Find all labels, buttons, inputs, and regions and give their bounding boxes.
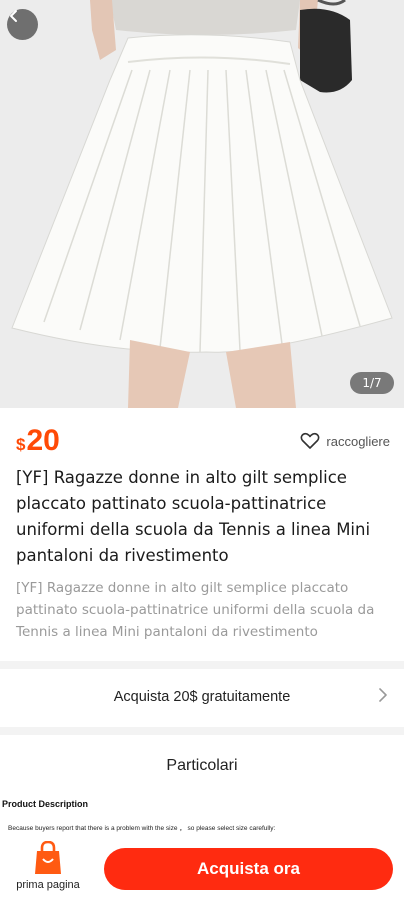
product-image-gallery[interactable]: 1/7 [0,0,404,408]
coupon-label: Acquista 20$ gratuitamente [113,688,291,705]
price-amount: 20 [26,424,60,457]
buy-now-button[interactable]: Acquista ora [104,848,393,890]
image-counter: 1/7 [350,372,394,394]
divider [0,661,404,669]
product-subtitle: [YF] Ragazze donne in alto gilt semplice… [16,580,375,640]
bottom-bar: prima pagina Acquista ora [0,838,404,900]
divider [0,727,404,735]
favorite-button[interactable]: raccogliere [300,432,390,450]
heart-icon [300,432,320,449]
product-title: [YF] Ragazze donne in alto gilt semplice… [16,468,371,565]
price-currency: $ [16,435,26,454]
back-button[interactable] [7,9,38,40]
home-button[interactable]: prima pagina [10,841,86,899]
home-label: prima pagina [16,879,80,891]
details-heading: Particolari [166,757,238,774]
price-row: $ 20 raccogliere [0,408,404,462]
shopping-bag-icon [35,841,61,874]
back-arrow-icon [10,10,17,22]
price: $ 20 [16,424,60,458]
product-photo [0,0,404,408]
favorite-label: raccogliere [326,433,390,449]
product-description-note: Because buyers report that there is a pr… [8,825,276,832]
chevron-right-icon [379,688,387,702]
coupon-row[interactable]: Acquista 20$ gratuitamente [0,669,404,724]
product-description-title: Product Description [2,799,89,809]
